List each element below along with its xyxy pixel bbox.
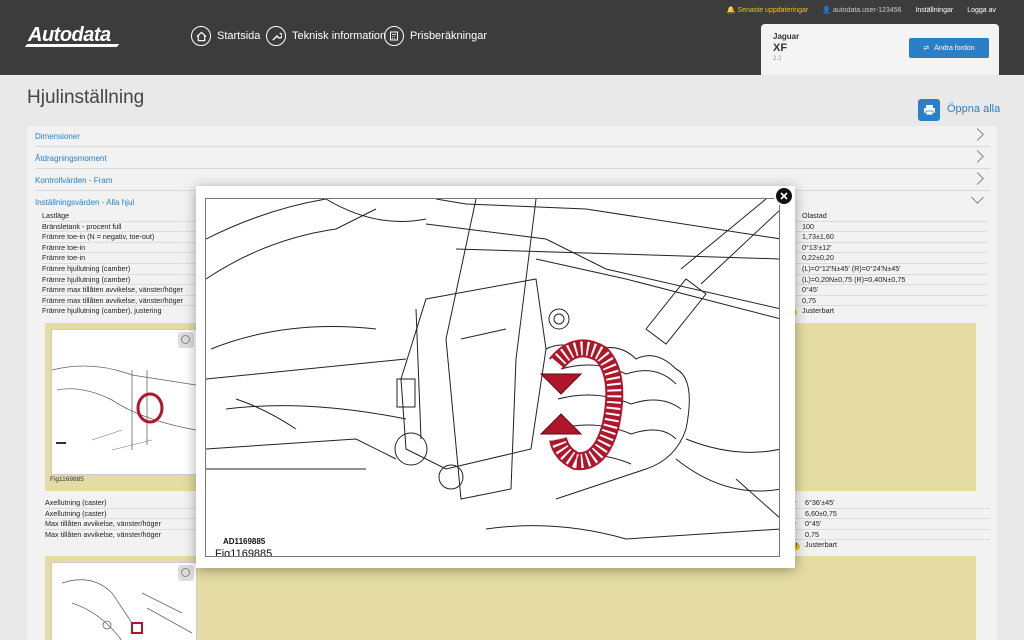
print-button[interactable] [918,99,940,121]
zoom-icon[interactable] [178,332,194,348]
figure-ad-code: AD1169885 [223,537,266,546]
section-dimensions[interactable]: Dimensioner [35,126,990,147]
user-label: 👤 autodata.user-123456 [822,7,902,14]
spec-value: Olastad [802,211,827,220]
calculator-icon [384,26,404,46]
spec-value: 0°45' [805,519,822,529]
latest-updates-link[interactable]: 🔔 Senaste uppdateringar [727,6,809,14]
spec-value: 0,22±0,20 [802,253,834,263]
nav-price-calc-label: Prisberäkningar [410,30,488,42]
section-check-front-label: Kontrollvärden - Fram [35,176,113,185]
printer-icon [923,105,935,116]
zoom-icon[interactable] [178,565,194,581]
chevron-right-icon [971,172,984,185]
chevron-right-icon [971,128,984,141]
spec-row-value: er0°45' [787,285,987,296]
spec-row-value: Justerbart! [787,306,987,317]
figure-id-label: Fig1169885 [215,548,273,557]
spec-value: 100 [802,221,814,231]
section-dimensions-label: Dimensioner [35,132,80,141]
nav-home[interactable]: Startsida [191,26,260,46]
spec-row-value: m1,73±1,60 [787,232,987,243]
spec-value: (L)=0,20N±0,75 (R)=0,40N±0,75 [802,274,906,284]
suspension-diagram-thumbnail [51,365,197,451]
nav-technical-info[interactable]: Teknisk information [266,26,386,46]
wrench-icon [266,26,286,46]
spec-value: 6,60±0,75 [805,508,837,518]
figure-modal: AD1169885 Fig1169885 [196,186,795,568]
top-links: 🔔 Senaste uppdateringar 👤 autodata.user-… [727,6,996,15]
settings-link[interactable]: Inställningar [915,7,953,14]
spec-value: 0,75 [802,295,816,305]
spec-row-value: er0°45' [790,519,990,530]
spec-value: 1,73±1,60 [802,232,834,242]
top-bar: Autodata Startsida Teknisk information P… [0,0,1024,75]
chevron-right-icon [971,150,984,163]
spec-row-value: Justerbart! [790,540,990,551]
nav-home-label: Startsida [217,30,261,42]
close-modal-button[interactable] [774,186,794,206]
vehicle-make: Jaguar [773,32,800,41]
figure-caption: Fig1169885 [50,476,84,483]
figure-thumbnail[interactable] [51,329,197,475]
vehicle-engine: 2.2 [773,56,782,62]
spec-row-value: 06,60±0,75 [790,509,990,520]
spec-row-value: er(L)=0°12'N±45' (R)=0°24'N±45' [787,264,987,275]
suspension-adjustment-diagram [206,199,779,540]
spec-row-value: 00,75 [790,530,990,541]
chevron-down-icon [971,191,984,204]
nav-technical-info-label: Teknisk information [292,30,387,42]
spec-row-value: 00,75 [787,296,987,307]
spec-row-value: er6°36'±45' [790,498,990,509]
spec-value: 0,75 [805,529,819,539]
spec-row-value: 0(L)=0,20N±0,75 (R)=0,40N±0,75 [787,275,987,286]
vehicle-panel: Jaguar XF 2.2 ⇄ Ändra fordon [761,24,999,75]
home-icon [191,26,211,46]
logo-underline [24,44,120,47]
vehicle-model: XF [773,42,788,54]
change-vehicle-label: Ändra fordon [934,44,975,52]
spec-value: 6°36'±45' [805,498,835,507]
close-icon [780,192,788,200]
spec-row-value: Olastad [787,211,987,222]
change-vehicle-button[interactable]: ⇄ Ändra fordon [909,38,989,58]
section-torque-label: Åtdragningsmoment [35,154,107,163]
spec-value: 0°13'±12' [802,242,832,252]
spec-value: (L)=0°12'N±45' (R)=0°24'N±45' [802,264,901,273]
spec-value: 0°45' [802,285,819,295]
spec-row-value: 00,22±0,20 [787,253,987,264]
page-title: Hjulinställning [27,87,145,108]
open-all-link[interactable]: Öppna alla [947,103,1000,115]
spec-value: Justerbart [805,540,837,550]
section-torque[interactable]: Åtdragningsmoment [35,148,990,169]
swap-icon: ⇄ [923,45,930,52]
logout-link[interactable]: Logga av [967,7,996,14]
figure-thumbnail[interactable] [51,562,197,640]
caster-diagram-thumbnail [61,579,193,640]
figure-frame: AD1169885 Fig1169885 [205,198,780,557]
nav-price-calc[interactable]: Prisberäkningar [384,26,487,46]
section-settings-all-label: Inställningsvärden - Alla hjul [35,198,135,207]
spec-row-value: er0°13'±12' [787,243,987,254]
spec-row-value: %100 [787,222,987,233]
spec-value: Justerbart [802,306,834,316]
